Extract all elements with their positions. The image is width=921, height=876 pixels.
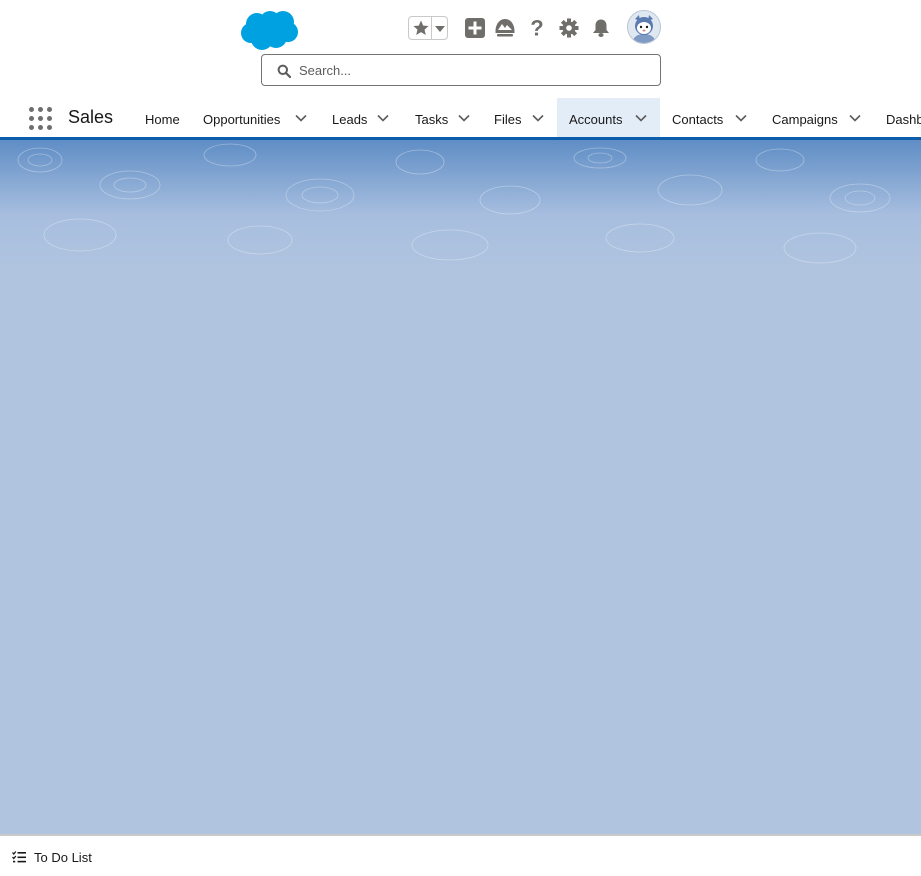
chevron-down-icon[interactable]: [458, 113, 470, 123]
trailhead-icon[interactable]: [494, 17, 516, 39]
chevron-down-icon[interactable]: [377, 113, 389, 123]
setup-gear-icon[interactable]: [558, 17, 580, 39]
nav-item-label: Tasks: [415, 112, 449, 127]
nav-item-dashboards[interactable]: Dashb: [874, 98, 921, 137]
nav-item-label: Files: [494, 112, 522, 127]
favorites-dropdown-icon[interactable]: [435, 25, 445, 33]
global-actions-icon[interactable]: [464, 17, 486, 39]
checklist-icon: [12, 851, 26, 863]
nav-item-contacts[interactable]: Contacts: [660, 98, 760, 137]
nav-item-tasks[interactable]: Tasks: [403, 98, 483, 137]
notifications-bell-icon[interactable]: [590, 17, 612, 39]
nav-item-label: Dashb: [886, 112, 921, 127]
app-navigation-bar: Sales Home Opportunities Leads Tasks Fil…: [0, 98, 921, 140]
global-header: ?: [0, 0, 921, 98]
todo-list-label: To Do List: [34, 850, 92, 865]
user-avatar[interactable]: [627, 10, 661, 44]
chevron-down-icon[interactable]: [635, 113, 647, 123]
utility-bar: To Do List: [0, 834, 921, 876]
chevron-down-icon[interactable]: [735, 113, 747, 123]
favorites-star-icon[interactable]: [412, 19, 430, 37]
chevron-down-icon[interactable]: [295, 113, 307, 123]
nav-item-accounts[interactable]: Accounts: [557, 98, 660, 137]
nav-item-opportunities[interactable]: Opportunities: [191, 98, 320, 137]
nav-item-label: Contacts: [672, 112, 724, 127]
nav-item-label: Leads: [332, 112, 368, 127]
svg-text:?: ?: [530, 17, 543, 39]
app-name: Sales: [68, 107, 114, 127]
nav-item-label: Opportunities: [203, 112, 281, 127]
nav-item-campaigns[interactable]: Campaigns: [760, 98, 874, 137]
help-icon[interactable]: ?: [526, 17, 548, 39]
nav-item-label: Home: [145, 112, 180, 127]
search-input[interactable]: [299, 55, 654, 85]
nav-item-files[interactable]: Files: [483, 98, 557, 137]
salesforce-cloud-logo[interactable]: [240, 9, 300, 51]
nav-item-label: Accounts: [569, 112, 623, 127]
nav-item-leads[interactable]: Leads: [320, 98, 403, 137]
topographic-pattern: [17, 143, 891, 264]
nav-item-label: Campaigns: [772, 112, 838, 127]
app-launcher-icon[interactable]: [29, 107, 52, 130]
global-search[interactable]: [261, 54, 661, 86]
chevron-down-icon[interactable]: [849, 113, 861, 123]
favorites-group: [408, 16, 448, 40]
favorites-divider: [431, 17, 432, 39]
page-content-background: [0, 140, 921, 834]
search-icon: [277, 64, 291, 78]
nav-item-home[interactable]: Home: [133, 98, 191, 137]
astro-avatar-icon: [633, 15, 655, 43]
chevron-down-icon[interactable]: [532, 113, 544, 123]
